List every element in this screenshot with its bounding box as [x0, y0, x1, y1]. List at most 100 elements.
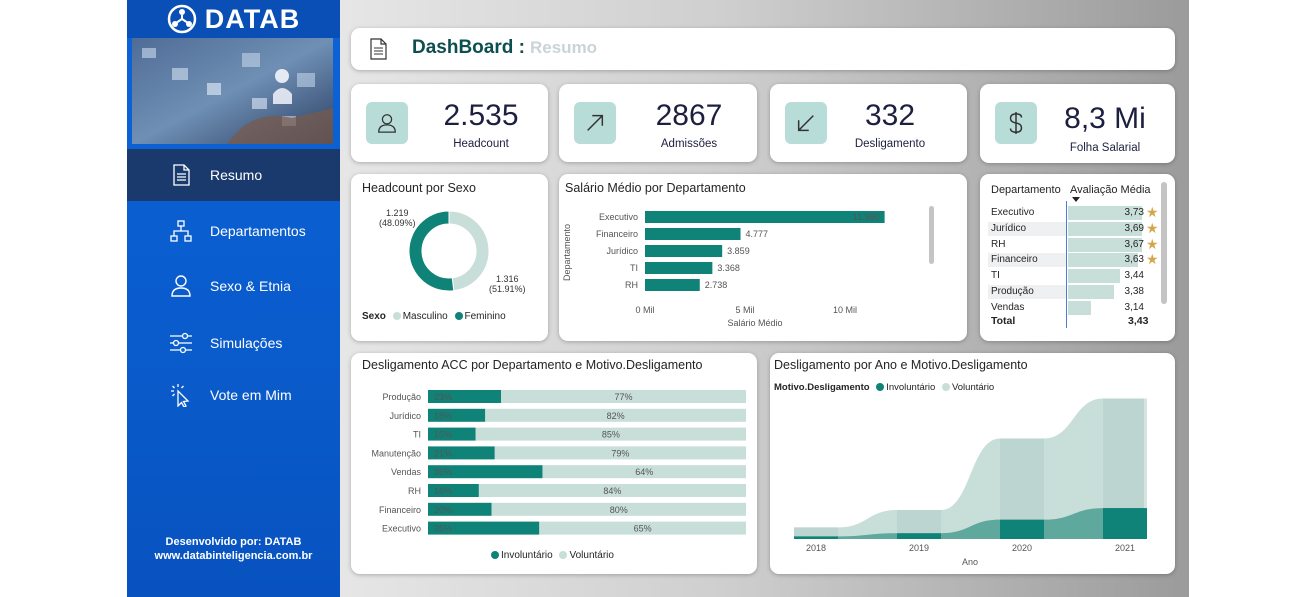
sidebar-item-resumo[interactable]: Resumo	[127, 149, 340, 201]
data-label-involuntario: 21%	[434, 448, 452, 458]
table-cell-departamento[interactable]: Produção	[991, 286, 1034, 297]
table-cell-avaliacao: 3,14	[1124, 301, 1144, 313]
sidebar-item-simulacoes[interactable]: Simulações	[127, 317, 340, 369]
table-cell-departamento[interactable]: Financeiro	[991, 254, 1038, 265]
sidebar-item-label: Sexo & Etnia	[210, 278, 291, 294]
data-bar	[1068, 269, 1121, 284]
legend-item-voluntario[interactable]: Voluntário	[569, 550, 613, 561]
data-label-voluntario: 65%	[634, 524, 652, 534]
credits-author: Desenvolvido por: DATAB	[165, 536, 302, 548]
legend-swatch	[491, 551, 499, 560]
legend-swatch	[392, 312, 401, 321]
column-divider	[1066, 201, 1067, 328]
stacked-bar-chart: Produção 23% 77% Jurídico 18% 82% TI 15% 85% Manu…	[371, 390, 746, 535]
brand-logo-icon	[167, 4, 196, 34]
year-band-involuntario	[1000, 519, 1044, 539]
person-icon	[171, 275, 191, 297]
category-label: RH	[408, 486, 421, 496]
data-label-involuntario: 23%	[434, 392, 452, 402]
y-axis-title: Departamento	[562, 224, 572, 281]
kpi-card-admissoes: 2867 Admissões	[559, 84, 757, 162]
star-icon: ★	[1146, 251, 1159, 268]
x-tick-label: 2018	[806, 543, 826, 553]
legend-item-feminino[interactable]: Feminino	[465, 311, 506, 322]
star-icon: ★	[1146, 219, 1159, 236]
credits-website[interactable]: www.databinteligencia.com.br	[127, 550, 340, 562]
sidebar-item-departamentos[interactable]: Departamentos	[127, 205, 340, 257]
category-label: Jurídico	[389, 411, 421, 421]
table-cell-avaliacao: 3,67	[1124, 238, 1144, 250]
x-tick-label: 0 Mil	[635, 305, 654, 315]
table-cell-departamento[interactable]: Executivo	[991, 207, 1034, 218]
chart-card-desligamento-acc: Desligamento ACC por Departamento e Moti…	[351, 353, 757, 574]
data-label: 3.859	[727, 246, 750, 256]
year-band-involuntario	[897, 533, 941, 539]
column-header-departamento[interactable]: Departamento	[991, 184, 1061, 196]
table-cell-departamento[interactable]: RH	[991, 239, 1005, 250]
data-label-feminino: 1.316 (51.91%)	[489, 274, 526, 294]
document-icon	[173, 164, 190, 186]
hero-image	[132, 38, 333, 144]
total-value: 3,43	[1128, 315, 1149, 327]
kpi-value: 332	[864, 99, 916, 132]
arrow-down-left-icon	[785, 102, 827, 144]
category-label: Executivo	[382, 524, 421, 534]
x-axis-title: Salário Médio	[727, 318, 782, 328]
category-label: TI	[630, 263, 638, 273]
data-label-involuntario: 15%	[434, 430, 452, 440]
scrollbar[interactable]	[929, 206, 934, 264]
category-label: TI	[413, 430, 421, 440]
org-chart-icon	[170, 220, 192, 242]
table-card-avaliacao: Departamento Avaliação Média Executivo 3,…	[980, 174, 1175, 341]
sidebar-item-label: Resumo	[210, 167, 263, 183]
data-label: 2.738	[705, 280, 728, 290]
scrollbar[interactable]	[1161, 182, 1167, 304]
legend-item-masculino[interactable]: Masculino	[403, 311, 448, 322]
data-label: 11.980	[853, 212, 880, 222]
legend-item-involuntario[interactable]: Involuntário	[501, 550, 553, 561]
chart-card-salario-medio: Salário Médio por Departamento Executivo…	[559, 174, 967, 341]
table-cell-departamento[interactable]: Jurídico	[991, 223, 1026, 234]
star-icon: ★	[1146, 204, 1159, 220]
data-label-voluntario: 84%	[603, 486, 621, 496]
data-label: 4.777	[746, 229, 769, 239]
sidebar-item-sexo-etnia[interactable]: Sexo & Etnia	[127, 260, 340, 312]
sidebar-item-label: Departamentos	[210, 223, 306, 239]
data-label-voluntario: 77%	[615, 392, 633, 402]
table-cell-departamento[interactable]: TI	[991, 270, 1000, 281]
table-cell-avaliacao: 3,69	[1124, 222, 1144, 234]
sidebar-item-vote-em-mim[interactable]: Vote em Mim	[127, 369, 340, 421]
data-bar	[1068, 285, 1115, 299]
kpi-label: Folha Salarial	[1069, 142, 1141, 154]
kpi-label: Desligamento	[854, 138, 926, 150]
data-label-involuntario: 36%	[434, 467, 452, 477]
year-band-involuntario	[1103, 508, 1147, 539]
data-label-involuntario: 16%	[434, 486, 452, 496]
x-tick-label: 10 Mil	[833, 305, 857, 315]
category-label: RH	[625, 280, 638, 290]
category-label: Manutenção	[371, 448, 421, 458]
data-label-involuntario: 18%	[434, 411, 452, 421]
bar	[645, 262, 713, 274]
bar-chart: Executivo 11.980 Financeiro 4.777 Jurídico 3.…	[562, 211, 885, 328]
bar	[645, 228, 741, 240]
table-cell-departamento[interactable]: Vendas	[991, 302, 1024, 313]
x-tick-label: 2021	[1115, 543, 1135, 553]
total-label: Total	[991, 315, 1016, 327]
sort-desc-icon[interactable]	[1072, 197, 1080, 202]
table-cell-avaliacao: 3,44	[1124, 270, 1144, 282]
x-axis-title: Ano	[962, 557, 978, 567]
category-label: Financeiro	[379, 505, 421, 515]
person-icon	[366, 102, 408, 144]
brand-logo: DATAB	[127, 0, 340, 38]
sidebar: DATAB Resumo Departamentos Sexo & Etnia …	[127, 0, 340, 597]
chart-card-desligamento-ano: Desligamento por Ano e Motivo.Desligamen…	[770, 353, 1175, 574]
donut-slice-masculino	[448, 210, 490, 292]
sidebar-item-label: Vote em Mim	[210, 387, 292, 403]
table-cell-avaliacao: 3,63	[1124, 254, 1144, 266]
category-label: Executivo	[599, 212, 638, 222]
category-label: Produção	[382, 392, 421, 402]
column-header-avaliacao[interactable]: Avaliação Média	[1070, 184, 1151, 196]
data-label-voluntario: 79%	[611, 448, 629, 458]
kpi-card-headcount: 2.535 Headcount	[351, 84, 548, 162]
